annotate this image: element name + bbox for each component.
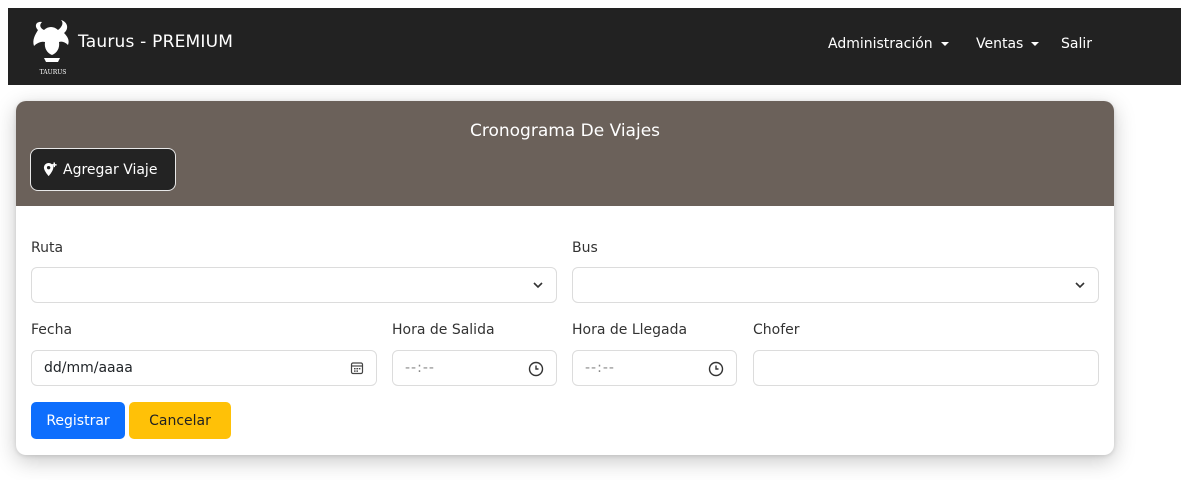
ruta-label: Ruta [31, 240, 64, 256]
nav-salir-label: Salir [1061, 36, 1093, 52]
cancelar-button[interactable]: Cancelar [129, 402, 231, 439]
bus-select[interactable] [572, 267, 1099, 303]
chofer-input[interactable] [753, 350, 1099, 386]
ruta-select[interactable] [31, 267, 557, 303]
map-pin-plus-icon [43, 162, 57, 177]
chofer-label: Chofer [753, 322, 800, 338]
add-trip-button[interactable]: Agregar Viaje [30, 148, 176, 191]
trip-schedule-card: Cronograma De Viajes Agregar Viaje Ruta … [16, 101, 1114, 455]
navbar: TAURUS Taurus - PREMIUM Administración V… [8, 8, 1181, 85]
logo-text: TAURUS [40, 69, 67, 76]
hora-salida-input[interactable]: --:-- [392, 350, 557, 386]
registrar-button[interactable]: Registrar [31, 402, 125, 439]
nav-administracion[interactable]: Administración [828, 36, 949, 52]
calendar-icon[interactable] [350, 361, 364, 375]
page-top-strip [0, 0, 1191, 8]
fecha-value: dd/mm/aaaa [44, 360, 133, 376]
card-header: Cronograma De Viajes Agregar Viaje [16, 101, 1114, 206]
bus-label: Bus [572, 240, 598, 256]
caret-down-icon [940, 42, 949, 46]
clock-icon[interactable] [528, 361, 544, 377]
hora-llegada-input[interactable]: --:-- [572, 350, 737, 386]
hora-llegada-value: --:-- [585, 360, 615, 376]
hora-salida-label: Hora de Salida [392, 322, 495, 338]
taurus-logo[interactable]: TAURUS [30, 18, 76, 80]
chevron-down-icon [533, 282, 543, 289]
caret-down-icon [1031, 42, 1040, 46]
hora-llegada-label: Hora de Llegada [572, 322, 688, 338]
nav-administracion-label: Administración [828, 36, 933, 52]
hora-salida-value: --:-- [405, 360, 435, 376]
add-trip-label: Agregar Viaje [63, 161, 158, 178]
card-title: Cronograma De Viajes [469, 121, 661, 141]
fecha-input[interactable]: dd/mm/aaaa [31, 350, 377, 386]
brand-title[interactable]: Taurus - PREMIUM [78, 32, 233, 52]
clock-icon[interactable] [708, 361, 724, 377]
fecha-label: Fecha [31, 322, 73, 338]
nav-ventas-label: Ventas [976, 36, 1024, 52]
chevron-down-icon [1075, 282, 1085, 289]
nav-ventas[interactable]: Ventas [976, 36, 1040, 52]
nav-salir[interactable]: Salir [1061, 36, 1092, 52]
